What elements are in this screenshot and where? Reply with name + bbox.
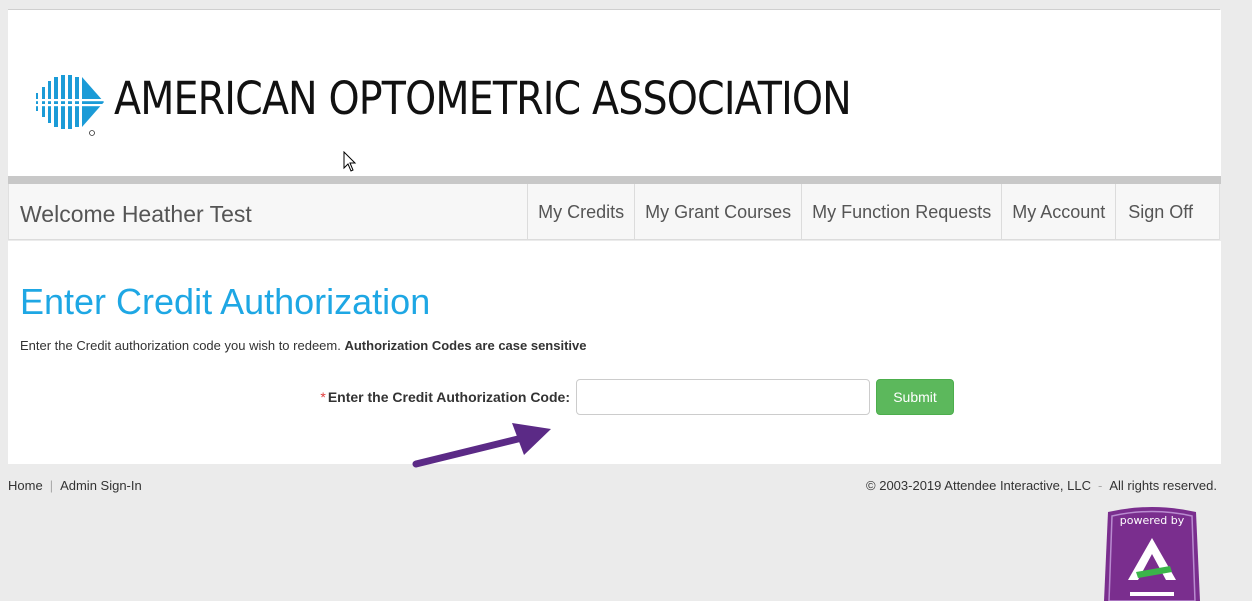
credit-code-label: * Enter the Credit Authorization Code: xyxy=(320,389,570,405)
required-marker: * xyxy=(320,389,326,405)
credit-code-input[interactable] xyxy=(576,379,870,415)
annotation-arrow-icon xyxy=(412,423,551,468)
main-content: Enter Credit Authorization Enter the Cre… xyxy=(8,241,1221,464)
copyright-text: © 2003-2019 Attendee Interactive, LLC xyxy=(866,478,1091,493)
site-header: AMERICAN OPTOMETRIC ASSOCIATION xyxy=(8,10,1221,176)
page-title: Enter Credit Authorization xyxy=(20,281,431,322)
instructions-bold: Authorization Codes are case sensitive xyxy=(344,338,587,353)
nav-item-my-grant-courses[interactable]: My Grant Courses xyxy=(634,184,801,240)
nav-menu: My Credits My Grant Courses My Function … xyxy=(527,184,1220,240)
rights-text: All rights reserved. xyxy=(1109,478,1217,493)
page: AMERICAN OPTOMETRIC ASSOCIATION Welcome … xyxy=(0,0,1252,601)
navbar-top-bar xyxy=(8,176,1221,184)
footer-links: Home | Admin Sign-In xyxy=(8,478,142,493)
nav-item-my-credits[interactable]: My Credits xyxy=(527,184,634,240)
nav-item-my-account[interactable]: My Account xyxy=(1001,184,1115,240)
logo-text: AMERICAN OPTOMETRIC ASSOCIATION xyxy=(114,72,852,125)
credit-code-form: * Enter the Credit Authorization Code: Su… xyxy=(8,379,1221,417)
right-gutter xyxy=(1221,9,1252,601)
instructions-text: Enter the Credit authorization code you … xyxy=(20,338,587,353)
main-navbar: Welcome Heather Test My Credits My Grant… xyxy=(8,184,1220,240)
footer-link-admin-sign-in[interactable]: Admin Sign-In xyxy=(60,478,142,493)
credit-code-label-text: Enter the Credit Authorization Code: xyxy=(327,389,570,405)
powered-by-badge-icon[interactable]: powered by xyxy=(1100,502,1204,601)
submit-button[interactable]: Submit xyxy=(876,379,954,415)
instructions-plain: Enter the Credit authorization code you … xyxy=(20,338,341,353)
mouse-cursor-icon xyxy=(343,151,357,172)
nav-item-sign-off[interactable]: Sign Off xyxy=(1115,184,1220,240)
footer-copyright: © 2003-2019 Attendee Interactive, LLC - Al… xyxy=(866,478,1217,493)
footer-link-home[interactable]: Home xyxy=(8,478,43,493)
copyright-separator: - xyxy=(1098,478,1103,493)
nav-item-my-function-requests[interactable]: My Function Requests xyxy=(801,184,1001,240)
footer-separator: | xyxy=(49,478,54,493)
aoa-logo-icon xyxy=(34,75,104,136)
welcome-message: Welcome Heather Test xyxy=(20,201,252,227)
badge-text: powered by xyxy=(1120,514,1185,527)
